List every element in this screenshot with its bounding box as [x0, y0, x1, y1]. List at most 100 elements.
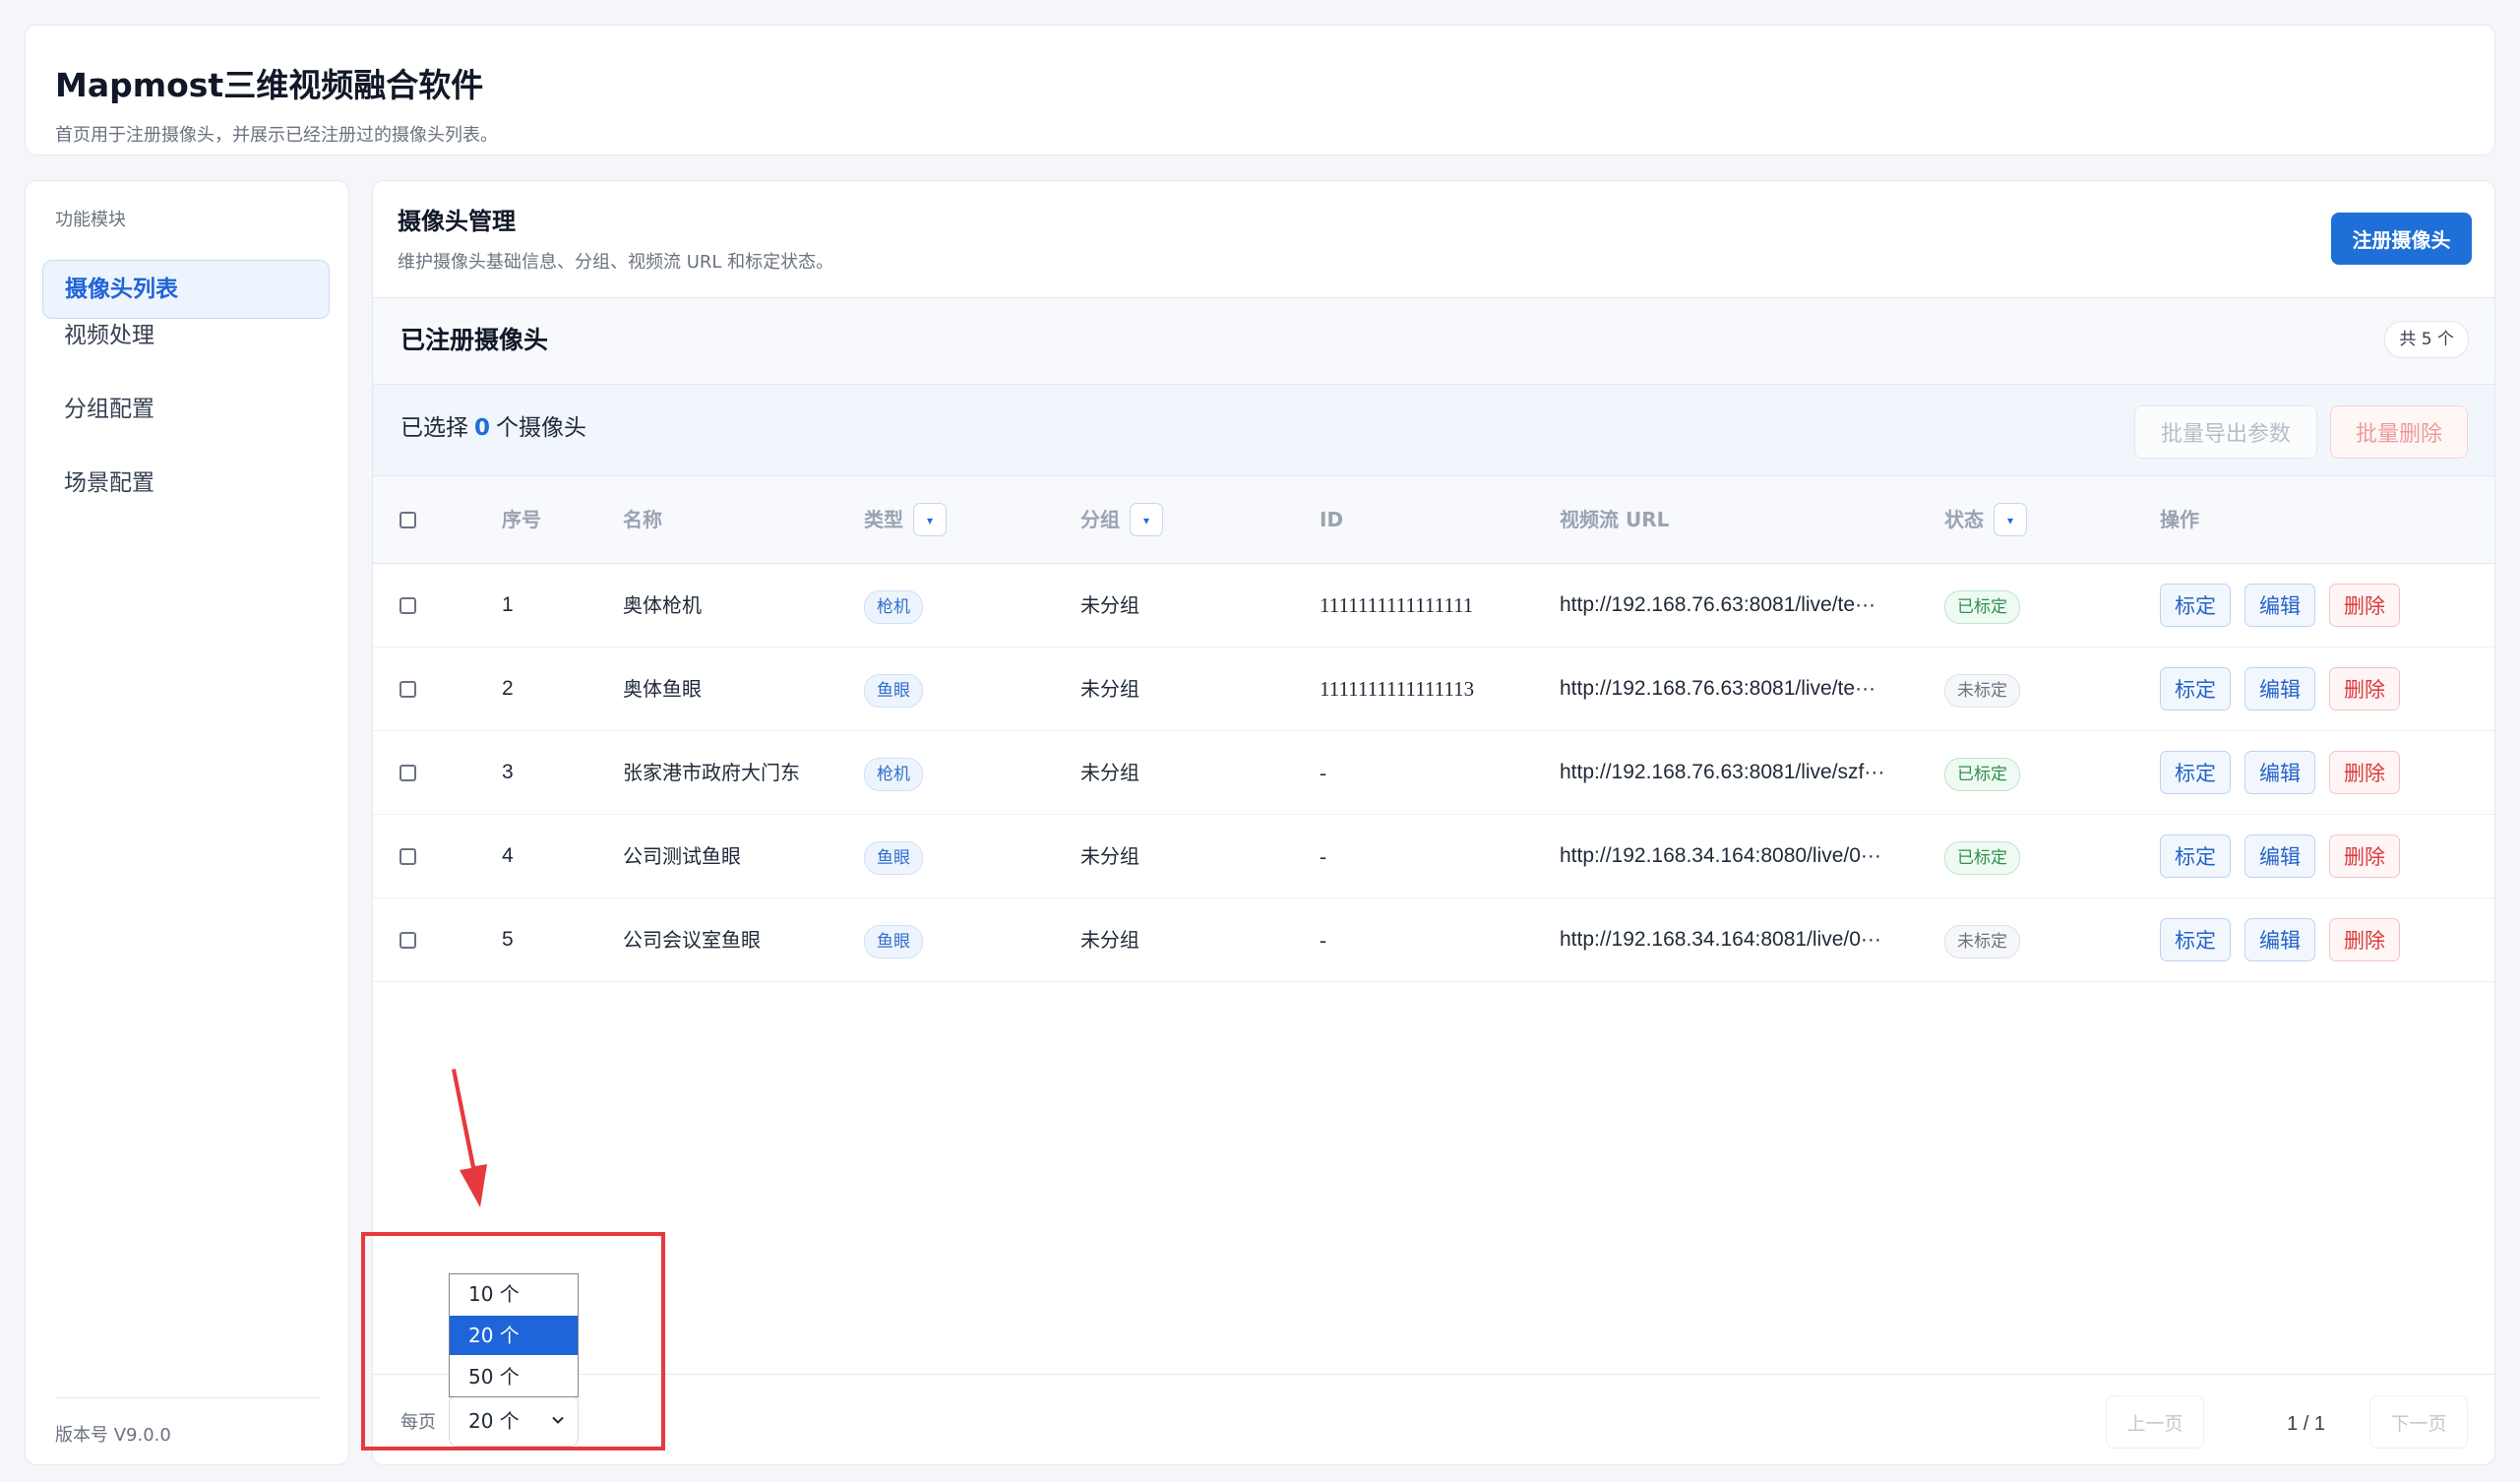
- per-page-option-50[interactable]: 50 个: [450, 1357, 578, 1396]
- type-tag: 鱼眼: [864, 673, 923, 708]
- status-badge: 已标定: [1944, 589, 2020, 624]
- row-type: 鱼眼: [864, 648, 923, 730]
- edit-button[interactable]: 编辑: [2244, 667, 2315, 710]
- selection-prefix: 已选择: [400, 415, 468, 441]
- registered-title: 已注册摄像头: [400, 326, 549, 354]
- status-badge: 未标定: [1944, 673, 2020, 708]
- header-id: ID: [1320, 508, 1344, 531]
- row-name: 奥体枪机: [623, 593, 702, 617]
- row-name: 公司测试鱼眼: [623, 844, 741, 868]
- pagination-bar: 每页 20 个 上一页 1 / 1 下一页: [373, 1374, 2494, 1464]
- register-camera-button[interactable]: 注册摄像头: [2331, 213, 2472, 265]
- row-url: http://192.168.34.164:8080/live/0···: [1560, 844, 1881, 867]
- per-page-option-10[interactable]: 10 个: [450, 1274, 578, 1314]
- row-name: 张家港市政府大门东: [623, 761, 800, 784]
- row-index: 3: [502, 761, 514, 783]
- bulk-export-button[interactable]: 批量导出参数: [2134, 405, 2317, 459]
- per-page-label: 每页: [400, 1412, 436, 1433]
- row-id: 1111111111111111: [1320, 593, 1474, 617]
- select-all-checkbox[interactable]: [400, 512, 416, 528]
- edit-button[interactable]: 编辑: [2244, 584, 2315, 627]
- delete-button[interactable]: 删除: [2329, 584, 2400, 627]
- page-indicator: 1 / 1: [2287, 1413, 2325, 1435]
- version-label: 版本号 V9.0.0: [55, 1425, 171, 1446]
- app-header: Mapmost三维视频融合软件 首页用于注册摄像头，并展示已经注册过的摄像头列表…: [25, 25, 2495, 155]
- calibrate-button[interactable]: 标定: [2160, 918, 2231, 961]
- sidebar: 功能模块 摄像头列表 视频处理 分组配置 场景配置 版本号 V9.0.0: [25, 180, 349, 1465]
- header-type-label: 类型: [864, 508, 903, 531]
- row-url: http://192.168.76.63:8081/live/te···: [1560, 677, 1876, 700]
- sidebar-item-scene-config[interactable]: 场景配置: [42, 454, 330, 513]
- status-filter-caret-down-icon[interactable]: ▾: [1994, 502, 2027, 536]
- sidebar-divider: [55, 1397, 319, 1398]
- chevron-down-icon: [552, 1416, 564, 1424]
- header-status-label: 状态: [1944, 508, 1984, 531]
- type-filter-caret-down-icon[interactable]: ▾: [913, 502, 947, 536]
- row-checkbox[interactable]: [400, 765, 416, 781]
- edit-button[interactable]: 编辑: [2244, 834, 2315, 878]
- header-index: 序号: [502, 508, 541, 531]
- row-checkbox[interactable]: [400, 681, 416, 698]
- calibrate-button[interactable]: 标定: [2160, 751, 2231, 794]
- row-group: 未分组: [1080, 928, 1139, 952]
- header-url: 视频流 URL: [1560, 508, 1670, 531]
- status-badge: 未标定: [1944, 924, 2020, 958]
- selection-bar: 已选择 0 个摄像头 批量导出参数 批量删除: [373, 385, 2494, 476]
- per-page-select[interactable]: 20 个: [449, 1395, 579, 1447]
- calibrate-button[interactable]: 标定: [2160, 667, 2231, 710]
- row-id: 1111111111111113: [1320, 677, 1475, 701]
- row-checkbox[interactable]: [400, 848, 416, 865]
- row-url: http://192.168.34.164:8081/live/0···: [1560, 928, 1881, 951]
- prev-page-button[interactable]: 上一页: [2106, 1395, 2204, 1449]
- management-title: 摄像头管理: [398, 208, 516, 235]
- row-index: 4: [502, 844, 514, 867]
- delete-button[interactable]: 删除: [2329, 667, 2400, 710]
- app-title: Mapmost三维视频融合软件: [55, 66, 484, 104]
- table-row: 5 公司会议室鱼眼 鱼眼 未分组 - http://192.168.34.164:8081…: [373, 898, 2494, 982]
- calibrate-button[interactable]: 标定: [2160, 834, 2231, 878]
- delete-button[interactable]: 删除: [2329, 834, 2400, 878]
- type-tag: 枪机: [864, 589, 923, 624]
- row-status: 已标定: [1944, 564, 2020, 647]
- total-count-badge: 共 5 个: [2384, 321, 2469, 358]
- sidebar-item-video-processing[interactable]: 视频处理: [42, 306, 330, 365]
- header-group: 分组 ▾: [1080, 476, 1163, 563]
- row-status: 未标定: [1944, 648, 2020, 730]
- row-type: 枪机: [864, 731, 923, 814]
- edit-button[interactable]: 编辑: [2244, 751, 2315, 794]
- row-group: 未分组: [1080, 761, 1139, 784]
- row-name: 奥体鱼眼: [623, 677, 702, 701]
- management-bar: 摄像头管理 维护摄像头基础信息、分组、视频流 URL 和标定状态。 注册摄像头: [373, 181, 2494, 298]
- row-group: 未分组: [1080, 844, 1139, 868]
- sidebar-item-group-config[interactable]: 分组配置: [42, 380, 330, 439]
- group-filter-caret-down-icon[interactable]: ▾: [1130, 502, 1163, 536]
- row-id: -: [1320, 761, 1326, 784]
- row-id: -: [1320, 844, 1326, 868]
- row-checkbox[interactable]: [400, 597, 416, 614]
- header-actions: 操作: [2160, 508, 2199, 531]
- selection-suffix: 个摄像头: [496, 415, 587, 441]
- row-checkbox[interactable]: [400, 932, 416, 949]
- management-subtitle: 维护摄像头基础信息、分组、视频流 URL 和标定状态。: [398, 252, 834, 273]
- delete-button[interactable]: 删除: [2329, 918, 2400, 961]
- per-page-option-20[interactable]: 20 个: [450, 1316, 578, 1355]
- registered-header: 已注册摄像头 共 5 个: [373, 298, 2494, 385]
- table-row: 1 奥体枪机 枪机 未分组 1111111111111111 http://192.168…: [373, 564, 2494, 648]
- row-index: 5: [502, 928, 514, 951]
- next-page-button[interactable]: 下一页: [2369, 1395, 2468, 1449]
- table-header: 序号 名称 类型 ▾ 分组 ▾ ID 视频流 URL 状态 ▾ 操作: [373, 476, 2494, 564]
- row-status: 未标定: [1944, 898, 2020, 981]
- row-name: 公司会议室鱼眼: [623, 928, 761, 952]
- selection-text: 已选择 0 个摄像头: [400, 417, 586, 440]
- row-id: -: [1320, 928, 1326, 952]
- status-badge: 已标定: [1944, 757, 2020, 791]
- per-page-value: 20 个: [468, 1409, 520, 1433]
- delete-button[interactable]: 删除: [2329, 751, 2400, 794]
- row-index: 2: [502, 677, 514, 700]
- bulk-delete-button[interactable]: 批量删除: [2330, 405, 2468, 459]
- row-url: http://192.168.76.63:8081/live/te···: [1560, 593, 1876, 616]
- edit-button[interactable]: 编辑: [2244, 918, 2315, 961]
- calibrate-button[interactable]: 标定: [2160, 584, 2231, 627]
- main-panel: 摄像头管理 维护摄像头基础信息、分组、视频流 URL 和标定状态。 注册摄像头 …: [372, 180, 2495, 1465]
- row-group: 未分组: [1080, 593, 1139, 617]
